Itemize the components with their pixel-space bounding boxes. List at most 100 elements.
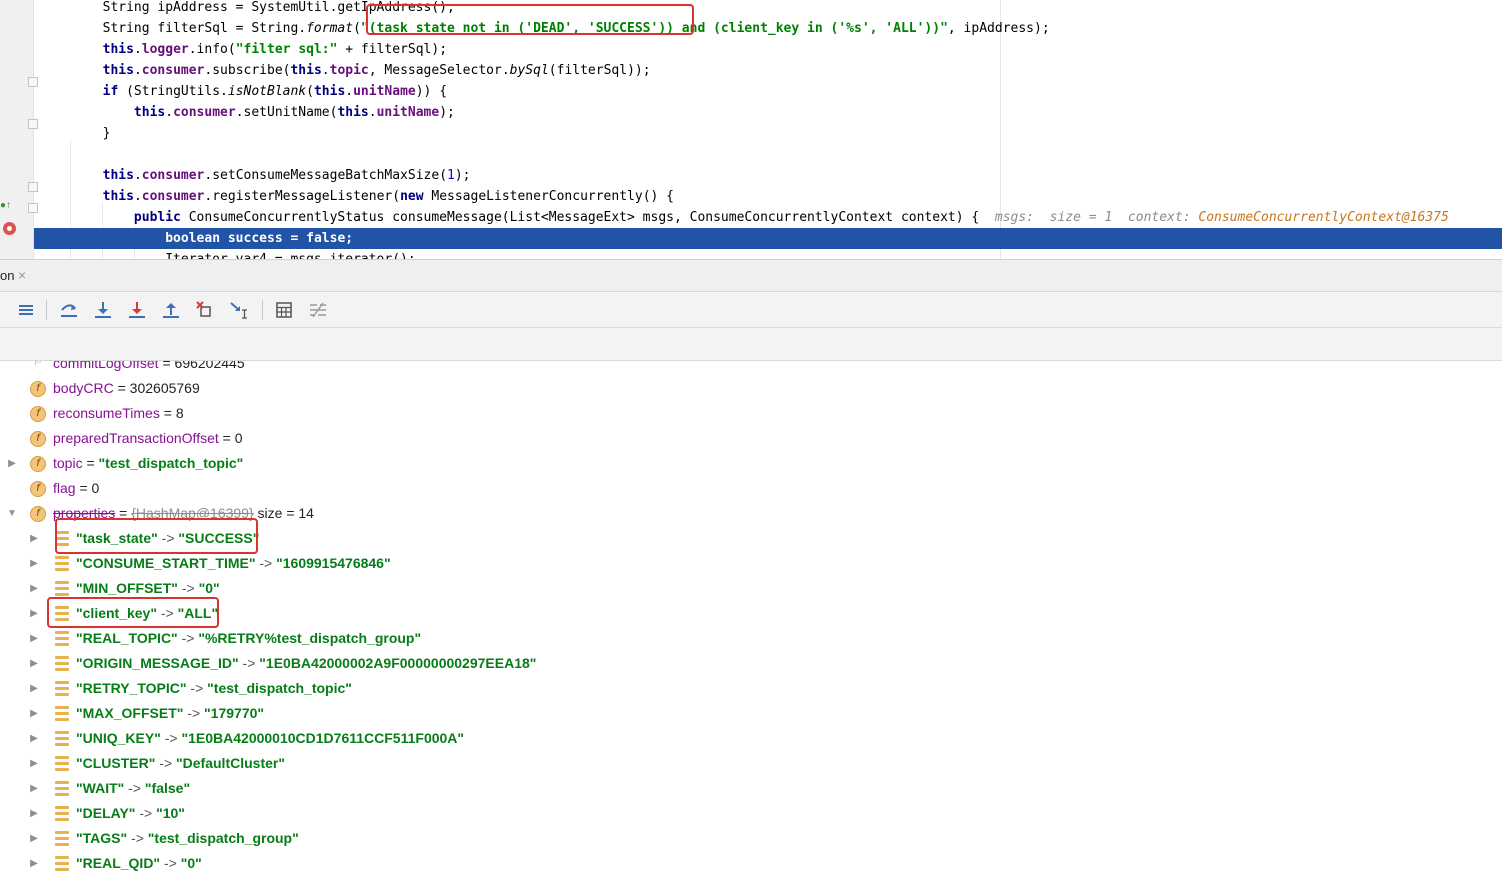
expand-icon[interactable]: ▶	[28, 801, 40, 826]
entry-arrow: ->	[160, 730, 182, 746]
expand-icon[interactable]: ▶	[28, 826, 40, 851]
entry-value: "test_dispatch_group"	[147, 830, 299, 846]
map-entry-row[interactable]: ▶ "RETRY_TOPIC" -> "test_dispatch_topic"	[0, 676, 1502, 701]
code-line[interactable]: this.consumer.setConsumeMessageBatchMaxS…	[34, 165, 1502, 186]
force-step-into-icon[interactable]	[127, 300, 147, 320]
show-execution-point-icon[interactable]	[16, 300, 36, 320]
code-line[interactable]: }	[34, 123, 1502, 144]
code-line[interactable]: this.logger.info("filter sql:" + filterS…	[34, 39, 1502, 60]
expand-icon[interactable]: ▶	[28, 751, 40, 776]
step-into-icon[interactable]	[93, 300, 113, 320]
code-token: .subscribe(	[204, 63, 291, 78]
fold-icon[interactable]	[28, 119, 38, 129]
code-token: consumer	[141, 189, 205, 204]
field-row[interactable]: ⚐ commitLogOffset = 696202445	[0, 361, 1502, 376]
expand-icon[interactable]: ▶	[28, 551, 40, 576]
code-token: this	[102, 189, 134, 204]
drop-frame-icon[interactable]	[195, 300, 215, 320]
map-entry-row[interactable]: ▶ "MIN_OFFSET" -> "0"	[0, 576, 1502, 601]
map-entry-row[interactable]: ▶ "ORIGIN_MESSAGE_ID" -> "1E0BA42000002A9…	[0, 651, 1502, 676]
map-entry-row[interactable]: ▶ "REAL_QID" -> "0"	[0, 851, 1502, 873]
execution-line[interactable]: boolean success = false;	[34, 228, 1502, 249]
code-line[interactable]: Iterator var4 = msgs.iterator();	[34, 249, 1502, 259]
evaluate-expression-icon[interactable]	[274, 300, 294, 320]
toolbar-separator	[46, 300, 47, 320]
map-entry-row[interactable]: ▶ "MAX_OFFSET" -> "179770"	[0, 701, 1502, 726]
code-token: 1	[447, 168, 455, 183]
expand-icon[interactable]: ▶	[28, 776, 40, 801]
expand-icon[interactable]: ▶	[28, 726, 40, 751]
code-line[interactable]: String ipAddress = SystemUtil.getIpAddre…	[34, 0, 1502, 18]
code-token: }	[40, 126, 111, 141]
map-entry-row[interactable]: ▶ "DELAY" -> "10"	[0, 801, 1502, 826]
entry-value: "%RETRY%test_dispatch_group"	[198, 630, 422, 646]
code-token: "filter sql:"	[235, 42, 338, 57]
breakpoint-icon[interactable]	[3, 222, 16, 235]
expand-icon[interactable]: ▶	[6, 451, 18, 476]
expand-icon[interactable]: ▶	[28, 626, 40, 651]
entry-arrow: ->	[157, 605, 178, 621]
trace-icon[interactable]	[308, 300, 328, 320]
close-icon[interactable]: ×	[18, 267, 26, 283]
map-entry-row[interactable]: ▶ "client_key" -> "ALL"	[0, 601, 1502, 626]
code-token: "(task_state not in ('DEAD', 'SUCCESS'))…	[360, 21, 948, 36]
variable-value: "test_dispatch_topic"	[98, 455, 244, 471]
field-row[interactable]: ▶ f topic = "test_dispatch_topic"	[0, 451, 1502, 476]
code-token: ConsumeConcurrentlyContext@16375	[1198, 210, 1449, 225]
map-entry-icon	[55, 656, 69, 671]
code-line[interactable]: this.consumer.subscribe(this.topic, Mess…	[34, 60, 1502, 81]
field-row[interactable]: f preparedTransactionOffset = 0	[0, 426, 1502, 451]
expand-icon[interactable]: ▶	[28, 701, 40, 726]
code-token: String filterSql = String.	[40, 21, 307, 36]
field-row[interactable]: f reconsumeTimes = 8	[0, 401, 1502, 426]
entry-value: "DefaultCluster"	[176, 755, 285, 771]
map-entry-row[interactable]: ▶ "WAIT" -> "false"	[0, 776, 1502, 801]
map-entry-icon	[55, 806, 69, 821]
fold-icon[interactable]	[28, 182, 38, 192]
map-entry-row[interactable]: ▶ "CLUSTER" -> "DefaultCluster"	[0, 751, 1502, 776]
expand-icon[interactable]: ▶	[28, 576, 40, 601]
code-line[interactable]	[34, 144, 1502, 165]
run-to-cursor-icon[interactable]	[229, 300, 249, 320]
code-line[interactable]: if (StringUtils.isNotBlank(this.unitName…	[34, 81, 1502, 102]
code-line[interactable]: this.consumer.setUnitName(this.unitName)…	[34, 102, 1502, 123]
map-entry-row[interactable]: ▶ "TAGS" -> "test_dispatch_group"	[0, 826, 1502, 851]
code-token: , MessageSelector.	[368, 63, 510, 78]
implements-method-icon[interactable]: ●↑	[0, 200, 11, 211]
collapse-icon[interactable]: ▼	[6, 501, 18, 526]
step-out-icon[interactable]	[161, 300, 181, 320]
expand-icon[interactable]: ▶	[28, 851, 40, 873]
map-entry-row[interactable]: ▶ "REAL_TOPIC" -> "%RETRY%test_dispatch_g…	[0, 626, 1502, 651]
field-row[interactable]: f bodyCRC = 302605769	[0, 376, 1502, 401]
code-editor[interactable]: String ipAddress = SystemUtil.getIpAddre…	[0, 0, 1502, 259]
debug-tab-label: on	[0, 268, 15, 283]
field-row[interactable]: ▼ f properties = {HashMap@16399} size = 14	[0, 501, 1502, 526]
code-line[interactable]: this.consumer.registerMessageListener(ne…	[34, 186, 1502, 207]
field-icon: f	[30, 431, 46, 447]
map-entry-row[interactable]: ▶ "CONSUME_START_TIME" -> "1609915476846"	[0, 551, 1502, 576]
code-token: bySql	[509, 63, 549, 78]
expand-icon[interactable]: ▶	[28, 676, 40, 701]
entry-key: "client_key"	[76, 605, 157, 621]
expand-icon[interactable]: ▶	[28, 526, 40, 551]
step-over-icon[interactable]	[59, 300, 79, 320]
fold-icon[interactable]	[28, 77, 38, 87]
variables-tree[interactable]: ⚐ commitLogOffset = 696202445 f bodyCRC = 3…	[0, 361, 1502, 873]
code-token: .	[345, 84, 354, 99]
map-entry-row[interactable]: ▶ "task_state" -> "SUCCESS"	[0, 526, 1502, 551]
code-line[interactable]: String filterSql = String.format("(task_…	[34, 18, 1502, 39]
fold-icon[interactable]	[28, 203, 38, 213]
map-entry-icon	[55, 781, 69, 796]
map-entry-row[interactable]: ▶ "UNIQ_KEY" -> "1E0BA42000010CD1D7611CCF…	[0, 726, 1502, 751]
expand-icon[interactable]: ▶	[28, 651, 40, 676]
debug-tab[interactable]: on	[0, 260, 14, 291]
variable-name: bodyCRC	[53, 380, 114, 396]
code-token: ;	[345, 231, 354, 246]
field-row[interactable]: f flag = 0	[0, 476, 1502, 501]
entry-arrow: ->	[186, 680, 208, 696]
expand-icon[interactable]: ▶	[28, 601, 40, 626]
code-line[interactable]: public ConsumeConcurrentlyStatus consume…	[34, 207, 1502, 228]
editor-gutter[interactable]	[0, 0, 34, 259]
entry-arrow: ->	[124, 780, 145, 796]
